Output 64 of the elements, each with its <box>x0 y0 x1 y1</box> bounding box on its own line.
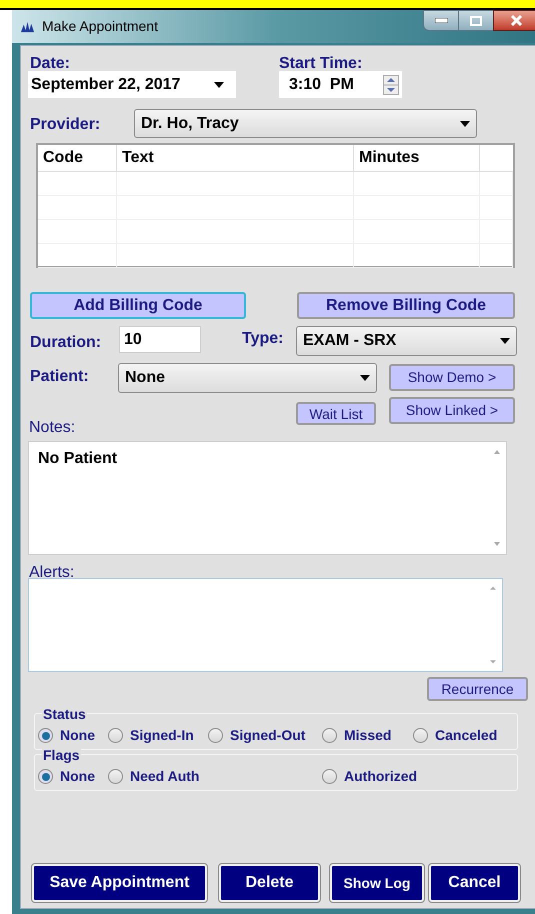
radio-button[interactable] <box>38 769 53 784</box>
recurrence-button[interactable]: Recurrence <box>427 677 528 701</box>
wait-list-button[interactable]: Wait List <box>296 402 376 425</box>
radio-option[interactable]: Missed <box>322 725 392 746</box>
caret-icon <box>360 375 370 381</box>
field-label: Duration: <box>30 333 102 353</box>
radio-button[interactable] <box>38 728 53 743</box>
alerts-area[interactable] <box>28 578 503 672</box>
radio-option[interactable]: Signed-In <box>108 725 194 746</box>
radio-button[interactable] <box>108 728 123 743</box>
field-label: Patient: <box>30 367 89 387</box>
table-cell <box>480 172 513 196</box>
field-label: Notes: <box>29 418 76 438</box>
caret-icon <box>214 82 224 88</box>
radio-button[interactable] <box>108 769 123 784</box>
field-label: Provider: <box>30 115 100 135</box>
spinner-arrows-icon[interactable] <box>383 74 399 94</box>
radio-option[interactable]: None <box>38 725 95 746</box>
action-button[interactable]: Cancel <box>429 864 520 902</box>
show-linked-button[interactable]: Show Linked > <box>389 397 515 424</box>
field-label: Alerts: <box>29 563 74 583</box>
action-button[interactable]: Show Log <box>330 864 424 902</box>
action-button[interactable]: Save Appointment <box>32 864 207 902</box>
show-demo-button[interactable]: Show Demo > <box>389 364 515 391</box>
radio-option[interactable]: Authorized <box>322 766 418 787</box>
table-cell <box>480 220 513 244</box>
billing-button[interactable]: Remove Billing Code <box>297 292 515 319</box>
column-header: Code <box>38 145 117 172</box>
radio-option[interactable]: Canceled <box>413 725 498 746</box>
scrollbar[interactable] <box>492 448 502 548</box>
field-label: Start Time: <box>279 54 362 74</box>
patient-dropdown[interactable]: None <box>118 363 377 393</box>
window-title: Make Appointment <box>42 17 158 36</box>
scrollbar[interactable] <box>488 585 498 665</box>
radio-option[interactable]: None <box>38 766 95 787</box>
notes-text: No Patient <box>38 449 118 469</box>
duration-field[interactable]: 10 <box>119 326 201 353</box>
caret-icon <box>460 120 470 126</box>
minimize-button[interactable] <box>423 10 459 31</box>
radio-option[interactable]: Need Auth <box>108 766 200 787</box>
close-icon <box>510 15 522 26</box>
radio-button[interactable] <box>413 728 428 743</box>
provider-dropdown[interactable]: Dr. Ho, Tracy <box>134 109 477 138</box>
table-cell <box>480 196 513 220</box>
column-header: Text <box>117 145 354 172</box>
maximize-icon <box>470 16 482 26</box>
table-cell <box>480 244 513 268</box>
close-button[interactable] <box>493 10 535 31</box>
action-button[interactable]: Delete <box>219 864 320 902</box>
field-label: Type: <box>242 329 284 349</box>
radio-button[interactable] <box>208 728 223 743</box>
column-header: Minutes <box>354 145 480 172</box>
notes-area[interactable]: No Patient <box>28 441 507 555</box>
type-dropdown[interactable]: EXAM - SRX <box>296 326 517 356</box>
radio-button[interactable] <box>322 728 337 743</box>
billing-button[interactable]: Add Billing Code <box>30 292 246 319</box>
radio-option[interactable]: Signed-Out <box>208 725 306 746</box>
minimize-icon <box>434 18 448 23</box>
caret-icon <box>500 338 510 344</box>
date-picker[interactable]: September 22, 2017 <box>28 71 236 98</box>
radio-button[interactable] <box>322 769 337 784</box>
maximize-button[interactable] <box>459 10 493 31</box>
time-spinner[interactable]: 3:10 PM <box>279 71 402 98</box>
field-label: Date: <box>30 54 70 74</box>
